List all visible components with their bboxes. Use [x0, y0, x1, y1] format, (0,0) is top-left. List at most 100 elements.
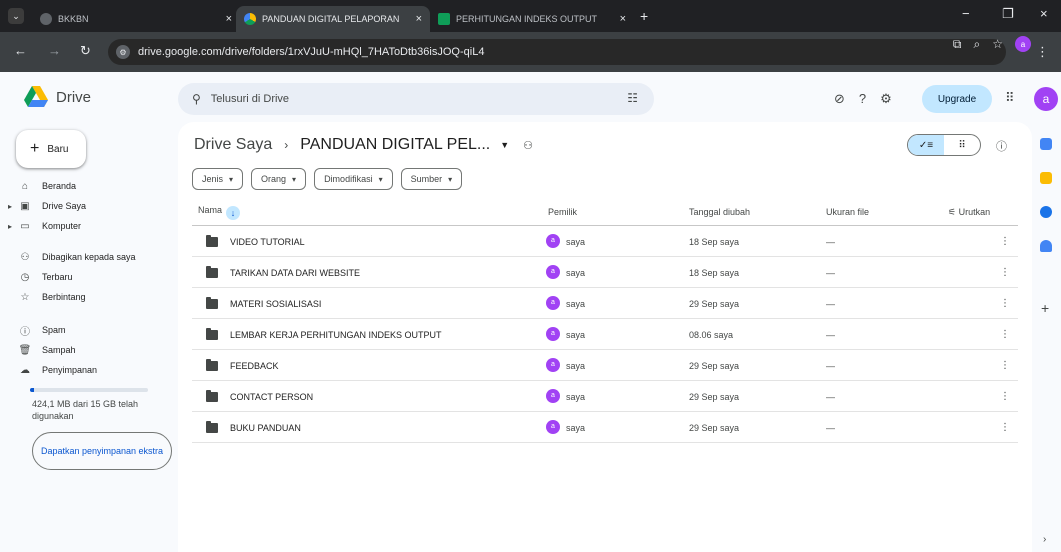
chip-label: Jenis [202, 174, 224, 184]
more-actions-icon[interactable]: ⋮ [1000, 422, 1010, 433]
more-actions-icon[interactable]: ⋮ [1000, 360, 1010, 371]
tab-search-chevron-icon[interactable]: ⌄ [8, 8, 24, 24]
grid-view-icon[interactable]: ⠿ [944, 135, 980, 155]
owner-avatar: a [546, 296, 560, 310]
browser-menu-icon[interactable]: ⋮ [1036, 44, 1049, 60]
storage-text: 424,1 MB dari 15 GB telah digunakan [32, 399, 139, 421]
owner-name: saya [566, 268, 586, 278]
my-drive-icon: ▣ [20, 200, 30, 212]
more-actions-icon[interactable]: ⋮ [1000, 391, 1010, 402]
chip-label: Orang [261, 174, 287, 184]
tab-bkkbn[interactable]: BKKBN × [32, 6, 240, 32]
profile-icon[interactable]: a [1015, 36, 1031, 52]
get-more-storage-button[interactable]: Dapatkan penyimpanan ekstra [32, 432, 172, 470]
bookmark-star-icon[interactable]: ☆ [992, 37, 1003, 51]
chevron-down-icon: ▾ [378, 174, 383, 184]
minimize-icon[interactable]: − [962, 6, 970, 21]
sidebar-item-sampah[interactable]: 🗑 Sampah [18, 340, 76, 360]
expand-caret-icon[interactable]: ▸ [8, 202, 12, 211]
table-row[interactable]: TARIKAN DATA DARI WEBSITE a saya 18 Sep say… [192, 257, 1018, 288]
sidebar-item-terbaru[interactable]: ◷ Terbaru [18, 267, 73, 287]
close-tab-icon[interactable]: × [620, 13, 626, 25]
search-options-icon[interactable]: ☷ [627, 91, 638, 105]
breadcrumb-current[interactable]: PANDUAN DIGITAL PEL... [300, 136, 490, 154]
search-bar[interactable]: ⚲ Telusuri di Drive ☷ [178, 83, 654, 115]
offline-status-icon[interactable]: ⊘ [834, 91, 845, 107]
info-icon[interactable]: ⓘ [996, 138, 1007, 154]
calendar-icon[interactable] [1040, 138, 1052, 150]
show-panel-chevron-icon[interactable]: › [1043, 534, 1046, 545]
close-tab-icon[interactable]: × [226, 13, 232, 25]
sidebar-item-drive-saya[interactable]: ▸ ▣ Drive Saya [8, 196, 86, 216]
tab-panduan[interactable]: PANDUAN DIGITAL PELAPORAN × [236, 6, 430, 32]
sort-lines-icon: ⚟ [948, 207, 959, 217]
table-row[interactable]: BUKU PANDUAN a saya 29 Sep saya — ⋮ [192, 412, 1018, 443]
table-row[interactable]: LEMBAR KERJA PERHITUNGAN INDEKS OUTPUT a s… [192, 319, 1018, 350]
back-icon[interactable]: ← [14, 43, 27, 58]
storage-bar [30, 388, 148, 392]
more-actions-icon[interactable]: ⋮ [1000, 329, 1010, 340]
sort-button[interactable]: ⚟ Urutkan [948, 207, 990, 218]
new-button[interactable]: + Baru [16, 130, 86, 168]
file-size: — [826, 330, 835, 340]
column-name[interactable]: Nama ↓ [198, 205, 241, 220]
forward-icon[interactable]: → [48, 43, 61, 58]
upgrade-button[interactable]: Upgrade [922, 85, 992, 113]
help-icon[interactable]: ? [859, 91, 866, 107]
more-actions-icon[interactable]: ⋮ [1000, 267, 1010, 278]
side-panel: + › [1032, 122, 1061, 552]
google-apps-icon[interactable]: ⠿ [1005, 90, 1015, 106]
new-tab-icon[interactable]: + [640, 8, 648, 24]
close-tab-icon[interactable]: × [416, 13, 422, 25]
expand-caret-icon[interactable]: ▸ [8, 222, 12, 231]
shared-folder-icon[interactable]: ⚇ [523, 139, 533, 152]
address-bar[interactable]: ⚙ drive.google.com/drive/folders/1rxVJuU… [108, 39, 1006, 65]
column-owner[interactable]: Pemilik [548, 207, 577, 217]
sidebar-item-dibagikan[interactable]: ⚇ Dibagikan kepada saya [18, 247, 136, 267]
folder-dropdown-icon[interactable]: ▼ [500, 140, 509, 150]
cloud-icon: ☁ [20, 364, 30, 376]
more-actions-icon[interactable]: ⋮ [1000, 236, 1010, 247]
file-size: — [826, 299, 835, 309]
tasks-icon[interactable] [1040, 206, 1052, 218]
sidebar-item-penyimpanan[interactable]: ☁ Penyimpanan [18, 360, 97, 380]
storage-bar-fill [30, 388, 34, 392]
keep-icon[interactable] [1040, 172, 1052, 184]
settings-gear-icon[interactable]: ⚙ [880, 91, 892, 107]
sidebar-item-berbintang[interactable]: ☆ Berbintang [18, 287, 86, 307]
contacts-icon[interactable] [1040, 240, 1052, 252]
list-view-icon[interactable]: ✓≡ [908, 135, 944, 155]
tab-perhitungan[interactable]: PERHITUNGAN INDEKS OUTPUT × [430, 6, 634, 32]
sidebar-item-spam[interactable]: ⓘ Spam [18, 320, 66, 340]
search-icon[interactable]: ⚲ [192, 92, 201, 106]
close-window-icon[interactable]: × [1040, 6, 1048, 21]
get-addons-icon[interactable]: + [1041, 300, 1049, 316]
restore-icon[interactable]: ❐ [1002, 6, 1014, 22]
breadcrumb-root[interactable]: Drive Saya [194, 136, 272, 154]
filter-type[interactable]: Jenis ▾ [192, 168, 244, 190]
zoom-icon[interactable]: ⌕ [974, 37, 981, 52]
drive-header: Drive ⚲ Telusuri di Drive ☷ ⊘ ? ⚙ Upgrad… [0, 72, 1061, 122]
sidebar-item-label: Beranda [42, 181, 77, 191]
reload-icon[interactable]: ↻ [80, 43, 91, 59]
more-actions-icon[interactable]: ⋮ [1000, 298, 1010, 309]
install-app-icon[interactable]: ⧉ [953, 37, 962, 52]
drive-logo[interactable]: Drive [24, 86, 91, 108]
filter-people[interactable]: Orang ▾ [251, 168, 307, 190]
sidebar-item-beranda[interactable]: ⌂ Beranda [18, 176, 76, 196]
column-modified[interactable]: Tanggal diubah [689, 207, 750, 217]
sidebar-item-komputer[interactable]: ▸ ▭ Komputer [8, 216, 81, 236]
site-settings-icon[interactable]: ⚙ [116, 45, 130, 59]
table-row[interactable]: MATERI SOSIALISASI a saya 29 Sep saya — ⋮ [192, 288, 1018, 319]
column-size[interactable]: Ukuran file [826, 207, 869, 217]
table-row[interactable]: CONTACT PERSON a saya 29 Sep saya — ⋮ [192, 381, 1018, 412]
account-avatar[interactable]: a [1034, 87, 1058, 111]
sort-arrow-down-icon[interactable]: ↓ [226, 206, 241, 220]
column-label: Nama [198, 205, 223, 215]
file-name: CONTACT PERSON [230, 392, 314, 402]
owner-name: saya [566, 237, 586, 247]
table-row[interactable]: VIDEO TUTORIAL a saya 18 Sep saya — ⋮ [192, 226, 1018, 257]
table-row[interactable]: FEEDBACK a saya 29 Sep saya — ⋮ [192, 350, 1018, 381]
filter-source[interactable]: Sumber ▾ [400, 168, 463, 190]
filter-modified[interactable]: Dimodifikasi ▾ [314, 168, 393, 190]
